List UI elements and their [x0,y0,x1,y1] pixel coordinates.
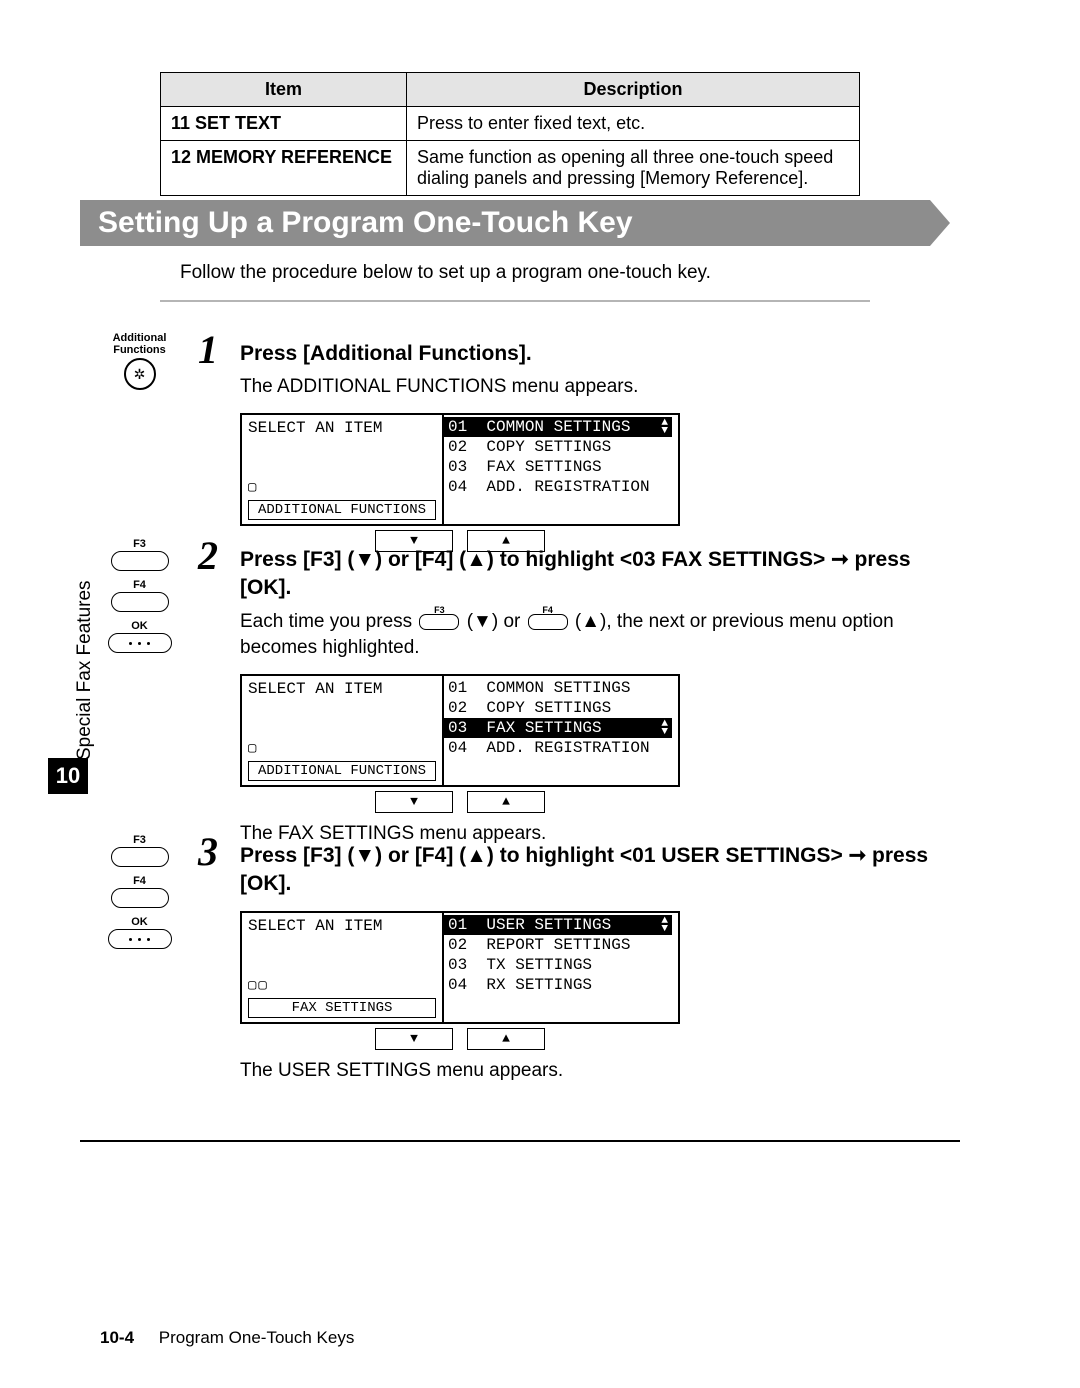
item-name: 12 MEMORY REFERENCE [161,141,407,196]
lcd-left-title: SELECT AN ITEM [242,913,442,975]
step-title: Press [F3] (▼) or [F4] (▲) to highlight … [240,546,960,603]
lcd-menu: 01 USER SETTINGS▲▼ 02 REPORT SETTINGS 03… [444,913,678,1022]
keycap-group-step3: F3 F4 OK [92,834,187,949]
lcd-row: 04 RX SETTINGS [444,975,678,995]
f3-label: F3 [92,538,187,550]
additional-functions-icon: ✲ [124,358,156,390]
lcd-left-title: SELECT AN ITEM [242,415,442,477]
lcd-row: 03 TX SETTINGS [444,955,678,975]
table-row: 12 MEMORY REFERENCE Same function as ope… [161,141,860,196]
lcd-row: 02 REPORT SETTINGS [444,935,678,955]
step-number: 2 [198,532,218,579]
lcd-screen: SELECT AN ITEM ▢ ADDITIONAL FUNCTIONS 01… [240,674,680,813]
updown-icon: ▲▼ [661,917,668,933]
f3-key-icon [111,551,169,571]
lcd-screen: SELECT AN ITEM ▢▢ FAX SETTINGS 01 USER S… [240,911,680,1050]
lcd-screen: SELECT AN ITEM ▢ ADDITIONAL FUNCTIONS 01… [240,413,680,552]
footer-title: Program One-Touch Keys [159,1328,355,1347]
item-desc: Same function as opening all three one-t… [407,141,860,196]
updown-icon: ▲▼ [661,419,668,435]
ok-key-icon [108,929,172,949]
lcd-row: 01 USER SETTINGS▲▼ [444,915,672,935]
lcd-menu: 01 COMMON SETTINGS 02 COPY SETTINGS 03 F… [444,676,678,785]
lcd-row: 04 ADD. REGISTRATION [444,738,678,758]
lcd-row: 01 COMMON SETTINGS▲▼ [444,417,672,437]
lcd-row: 01 COMMON SETTINGS [444,678,678,698]
step-title: Press [Additional Functions]. [240,340,960,368]
bottom-divider [80,1140,960,1142]
step-number: 3 [198,828,218,875]
f4-key-icon [111,888,169,908]
f4-key-icon [111,592,169,612]
lcd-row: 02 COPY SETTINGS [444,437,678,457]
additional-functions-label: Additional Functions [92,332,187,356]
lcd-context: FAX SETTINGS [248,998,436,1018]
section-heading: Setting Up a Program One-Touch Key [80,200,930,246]
lcd-row: 04 ADD. REGISTRATION [444,477,678,497]
keycap-group-step1: Additional Functions ✲ [92,332,187,390]
page-number: 10-4 [100,1328,134,1347]
ok-label: OK [92,916,187,928]
lcd-row: 03 FAX SETTINGS [444,457,678,477]
chapter-number: 10 [48,758,88,794]
lcd-up-button[interactable]: ▲ [467,1028,545,1050]
lcd-row: 03 FAX SETTINGS▲▼ [444,718,672,738]
lcd-left-title: SELECT AN ITEM [242,676,442,738]
table-row: 11 SET TEXT Press to enter fixed text, e… [161,107,860,141]
lcd-menu: 01 COMMON SETTINGS▲▼ 02 COPY SETTINGS 03… [444,415,678,524]
item-description-table: Item Description 11 SET TEXT Press to en… [160,72,860,196]
lcd-up-button[interactable]: ▲ [467,791,545,813]
step-body: Each time you press (▼) or (▲), the next… [240,609,960,662]
lcd-down-button[interactable]: ▼ [375,1028,453,1050]
divider [160,300,870,302]
updown-icon: ▲▼ [661,720,668,736]
f3-key-icon [111,847,169,867]
page-footer: 10-4 Program One-Touch Keys [100,1328,354,1348]
inline-f4-key-icon [528,614,568,630]
step-number: 1 [198,326,218,373]
step-title: Press [F3] (▼) or [F4] (▲) to highlight … [240,842,960,899]
ok-key-icon [108,633,172,653]
lcd-context: ADDITIONAL FUNCTIONS [248,761,436,781]
ok-label: OK [92,620,187,632]
keycap-group-step2: F3 F4 OK [92,538,187,653]
lcd-breadcrumb: ▢ [242,477,442,498]
lcd-breadcrumb: ▢▢ [242,975,442,996]
lcd-down-button[interactable]: ▼ [375,791,453,813]
lcd-context: ADDITIONAL FUNCTIONS [248,500,436,520]
lcd-breadcrumb: ▢ [242,738,442,759]
item-name: 11 SET TEXT [161,107,407,141]
col-header-item: Item [161,73,407,107]
f3-label: F3 [92,834,187,846]
col-header-desc: Description [407,73,860,107]
step-caption: The USER SETTINGS menu appears. [240,1060,960,1082]
step-body: The ADDITIONAL FUNCTIONS menu appears. [240,374,960,401]
lcd-row: 02 COPY SETTINGS [444,698,678,718]
f4-label: F4 [92,579,187,591]
item-desc: Press to enter fixed text, etc. [407,107,860,141]
section-intro: Follow the procedure below to set up a p… [180,262,711,284]
inline-f3-key-icon [419,614,459,630]
f4-label: F4 [92,875,187,887]
